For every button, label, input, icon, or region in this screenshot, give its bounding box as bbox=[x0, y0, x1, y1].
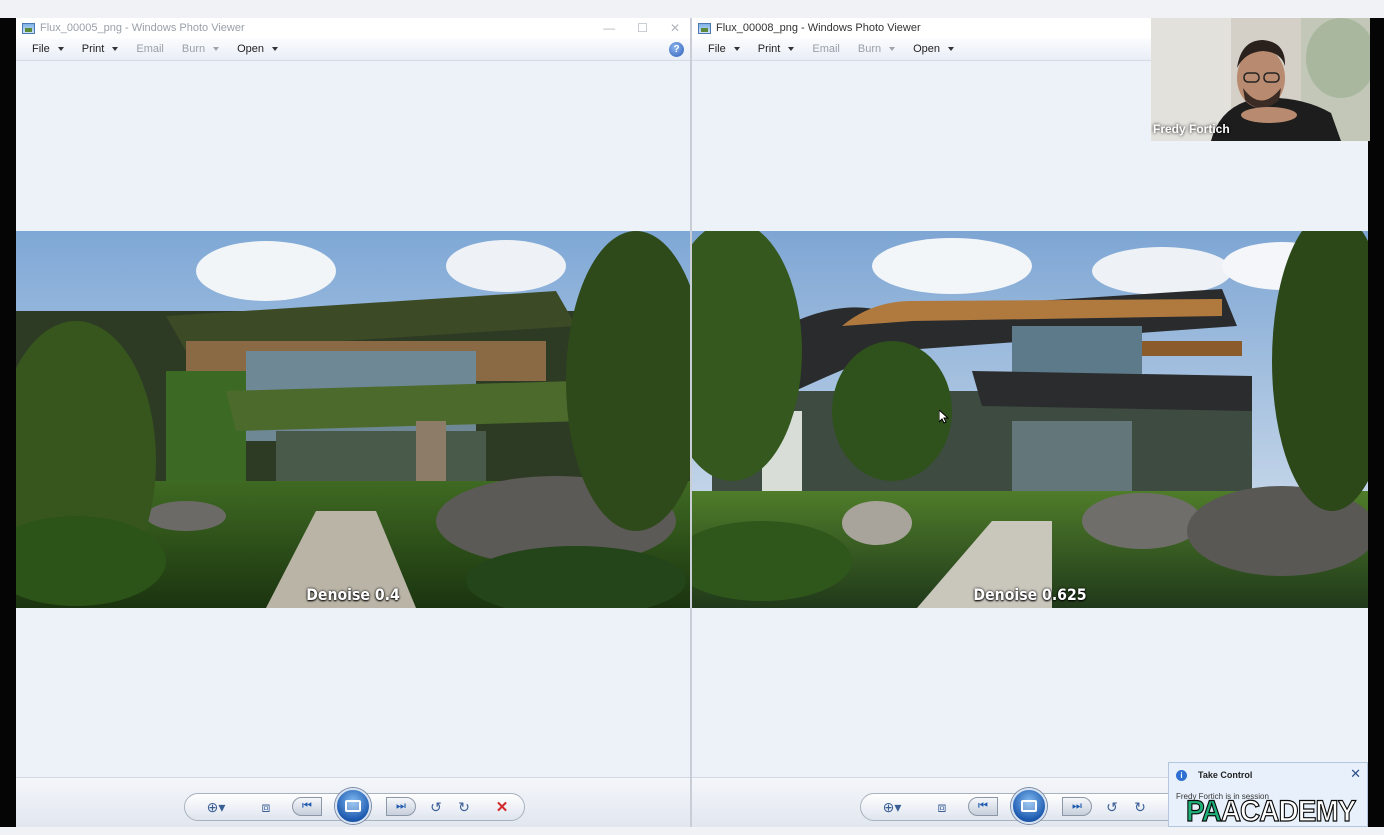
menu-burn[interactable]: Burn bbox=[858, 43, 896, 55]
menu-print[interactable]: Print bbox=[82, 43, 119, 55]
photo-canvas: Denoise 0.625 bbox=[692, 231, 1368, 608]
previous-icon[interactable]: ⏮ bbox=[292, 797, 322, 816]
mouse-cursor-icon bbox=[939, 410, 949, 424]
chevron-down-icon bbox=[788, 47, 795, 51]
close-icon[interactable]: ✕ bbox=[1350, 766, 1361, 782]
title-bar[interactable]: Flux_00005_png - Windows Photo Viewer — … bbox=[16, 18, 690, 38]
photo-viewer-left: Flux_00005_png - Windows Photo Viewer — … bbox=[16, 18, 690, 827]
image-caption: Denoise 0.625 bbox=[973, 585, 1087, 604]
fit-window-icon[interactable]: ⧈ bbox=[931, 797, 953, 817]
menu-file[interactable]: File bbox=[32, 43, 64, 55]
screen-border-right bbox=[1368, 18, 1384, 830]
minimize-icon[interactable]: — bbox=[603, 21, 615, 35]
info-icon: i bbox=[1176, 770, 1187, 781]
participant-name: Fredy Fortich bbox=[1153, 122, 1230, 136]
slideshow-icon[interactable] bbox=[1011, 788, 1047, 824]
menu-open[interactable]: Open bbox=[237, 43, 279, 55]
next-icon[interactable]: ⏭ bbox=[386, 797, 416, 816]
screen-glyph bbox=[1021, 800, 1037, 812]
menu-bar: File Print Email Burn Open ? bbox=[16, 38, 690, 61]
fit-window-icon[interactable]: ⧈ bbox=[255, 797, 277, 817]
chevron-down-icon bbox=[213, 47, 220, 51]
next-icon[interactable]: ⏭ bbox=[1062, 797, 1092, 816]
desktop-top-strip bbox=[0, 0, 1384, 18]
notification-title: Take Control bbox=[1198, 770, 1253, 780]
window-controls: — ☐ ✕ bbox=[603, 18, 680, 38]
house-rendering-image bbox=[692, 231, 1368, 608]
menu-file[interactable]: File bbox=[708, 43, 740, 55]
zoom-icon[interactable]: ⊕▾ bbox=[881, 797, 903, 817]
zoom-icon[interactable]: ⊕▾ bbox=[205, 797, 227, 817]
chevron-down-icon bbox=[889, 47, 896, 51]
menu-print[interactable]: Print bbox=[758, 43, 795, 55]
window-title: Flux_00005_png - Windows Photo Viewer bbox=[40, 22, 245, 34]
image-caption: Denoise 0.4 bbox=[306, 585, 400, 604]
window-title: Flux_00008_png - Windows Photo Viewer bbox=[716, 22, 921, 34]
previous-icon[interactable]: ⏮ bbox=[968, 797, 998, 816]
delete-icon[interactable]: ✕ bbox=[491, 797, 513, 817]
chevron-down-icon bbox=[272, 47, 279, 51]
house-rendering-image bbox=[16, 231, 690, 608]
desktop-bottom-strip bbox=[0, 827, 1384, 835]
help-icon[interactable]: ? bbox=[669, 42, 684, 57]
photo-canvas: Denoise 0.4 bbox=[16, 231, 690, 608]
menu-burn[interactable]: Burn bbox=[182, 43, 220, 55]
rotate-clockwise-icon[interactable]: ↻ bbox=[453, 797, 475, 817]
chevron-down-icon bbox=[57, 47, 64, 51]
maximize-icon[interactable]: ☐ bbox=[637, 21, 648, 35]
chevron-down-icon bbox=[112, 47, 119, 51]
screen-glyph bbox=[345, 800, 361, 812]
photo-viewer-app-icon bbox=[698, 22, 711, 34]
video-call-tile[interactable]: Fredy Fortich bbox=[1151, 18, 1370, 141]
rotate-counterclockwise-icon[interactable]: ↺ bbox=[1101, 797, 1123, 817]
chevron-down-icon bbox=[733, 47, 740, 51]
pa-academy-logo: PAACADEMY bbox=[1185, 794, 1357, 829]
chevron-down-icon bbox=[948, 47, 955, 51]
logo-part-pa: PA bbox=[1185, 794, 1222, 828]
logo-part-academy: ACADEMY bbox=[1220, 794, 1357, 828]
photo-viewer-app-icon bbox=[22, 22, 35, 34]
rotate-clockwise-icon[interactable]: ↻ bbox=[1129, 797, 1151, 817]
slideshow-icon[interactable] bbox=[335, 788, 371, 824]
menu-email[interactable]: Email bbox=[812, 43, 840, 55]
menu-open[interactable]: Open bbox=[913, 43, 955, 55]
screen-border-left bbox=[0, 18, 16, 830]
close-icon[interactable]: ✕ bbox=[670, 21, 680, 35]
rotate-counterclockwise-icon[interactable]: ↺ bbox=[425, 797, 447, 817]
bottom-toolbar: ⊕▾ ⧈ ⏮ ⏭ ↺ ↻ ✕ bbox=[16, 777, 690, 827]
menu-email[interactable]: Email bbox=[136, 43, 164, 55]
